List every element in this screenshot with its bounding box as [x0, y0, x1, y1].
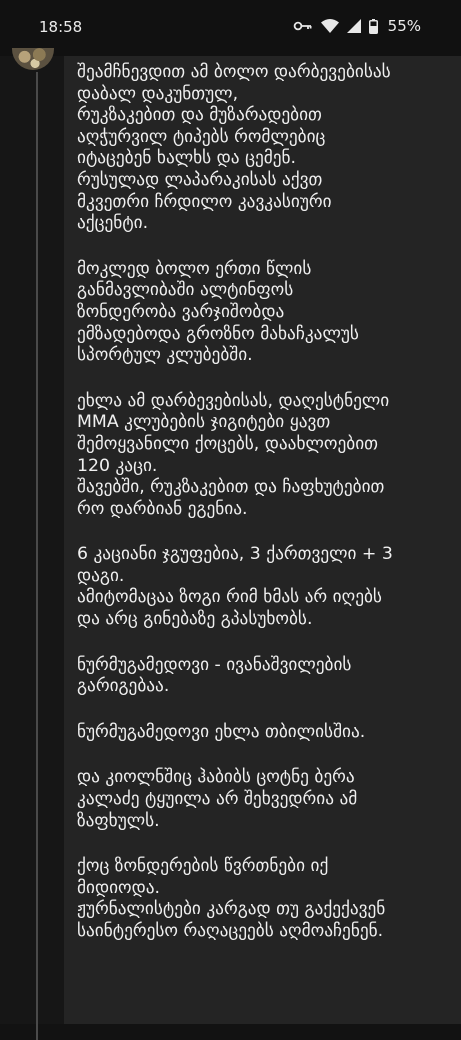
battery-percent: 55% [387, 17, 421, 35]
text-line: სპორტულ კლუბებში. [77, 345, 253, 366]
text-line: და არც გინებაზე გპასუხობს. [77, 609, 313, 630]
post-thread: შეამჩნევდით ამ ბოლო დარბევებისას დაბალ დ… [0, 48, 461, 1040]
status-bar: 18:58 55% [0, 0, 461, 56]
text-line: ამიტომაცაა ზოგი რიმ ხმას არ იღებს [77, 587, 382, 608]
paragraph: 6 კაციანი ჯგუფებია, 3 ქართველი + 3 დაგი.… [77, 544, 449, 630]
text-line: რო დარბიან ეგენია. [77, 498, 248, 519]
vpn-key-icon [293, 20, 313, 32]
cell-signal-icon [346, 19, 361, 33]
battery-icon [368, 18, 378, 34]
paragraph: ქოც ზონდერების წვრთნები იქ მიდიოდა. ჟურნ… [77, 856, 449, 942]
text-line: ნურმუგამედოვი ეხლა თბილისშია. [77, 721, 366, 742]
paragraph: ნურმუგამედოვი - ივანაშვილების გარიგებაა. [77, 655, 449, 698]
text-line: ეხლა ამ დარბევებისას, დაღესტნელი [77, 390, 390, 411]
text-line: განმავლიბაში ალტინფოს [77, 280, 294, 301]
text-line: შავებში, რუკზაკებით და ჩაფხუტებით [77, 477, 385, 498]
post-body: შეამჩნევდით ამ ბოლო დარბევებისას დაბალ დ… [77, 62, 449, 967]
text-line: მიდიოდა. [77, 877, 161, 898]
text-line: რუკზაკებით და მუზარადებით [77, 105, 322, 126]
text-line: 120 კაცი. [77, 455, 158, 476]
text-line: დაგი. [77, 565, 125, 586]
text-line: ზონდერობა ვარჯიშობდა [77, 301, 285, 322]
avatar[interactable] [12, 48, 54, 70]
text-line: გარიგებაა. [77, 676, 170, 697]
wifi-icon [320, 19, 339, 33]
text-line: შემოყვანილი ქოცებს, დაახლოებით [77, 433, 378, 454]
status-time: 18:58 [39, 18, 83, 36]
paragraph: მოკლედ ბოლო ერთი წლის განმავლიბაში ალტინ… [77, 259, 449, 367]
text-line: ზაფხულს. [77, 810, 160, 831]
paragraph: ნურმუგამედოვი ეხლა თბილისშია. [77, 722, 449, 744]
status-icons: 55% [293, 17, 421, 35]
text-line: 6 კაციანი ჯგუფებია, 3 ქართველი + 3 [77, 544, 393, 565]
text-line: MMA კლუბების ჯიგიტები ყავთ [77, 412, 331, 433]
paragraph: შეამჩნევდით ამ ბოლო დარბევებისას დაბალ დ… [77, 62, 449, 235]
text-line: აღჭურვილ ტიპებს რომლებიც [77, 126, 326, 147]
text-line: ჟურნალისტები კარგად თუ გაქექავენ [77, 899, 386, 920]
text-line: ემზადებოდა გროზნო მახაჩკალუს [77, 323, 359, 344]
text-line: და კიოლნშიც ჰაბიბს ცოტნე ბერა [77, 767, 355, 788]
text-line: აქცენტი. [77, 213, 149, 234]
paragraph: ეხლა ამ დარბევებისას, დაღესტნელი MMA კლუ… [77, 391, 449, 521]
text-line: რუსულად ლაპარაკისას აქვთ [77, 169, 323, 190]
text-line: ნურმუგამედოვი - ივანაშვილების [77, 654, 352, 675]
text-line: მკვეთრი ჩრდილო კავკასიური [77, 191, 332, 212]
text-line: დაბალ დაკუნთულ, [77, 83, 239, 104]
paragraph: და კიოლნშიც ჰაბიბს ცოტნე ბერა კალაძე ტყუ… [77, 767, 449, 832]
thread-line[interactable] [36, 72, 38, 1040]
text-line: შეამჩნევდით ამ ბოლო დარბევებისას [77, 62, 391, 82]
text-line: იტაცებენ ხალხს და ცემენ. [77, 148, 297, 169]
text-line: ქოც ზონდერების წვრთნები იქ [77, 856, 329, 877]
text-line: კალაძე ტყუილა არ შეხვედრია ამ [77, 789, 358, 810]
text-line: საინტერესო რაღაცეებს აღმოაჩენენ. [77, 921, 384, 941]
text-line: მოკლედ ბოლო ერთი წლის [77, 258, 312, 279]
